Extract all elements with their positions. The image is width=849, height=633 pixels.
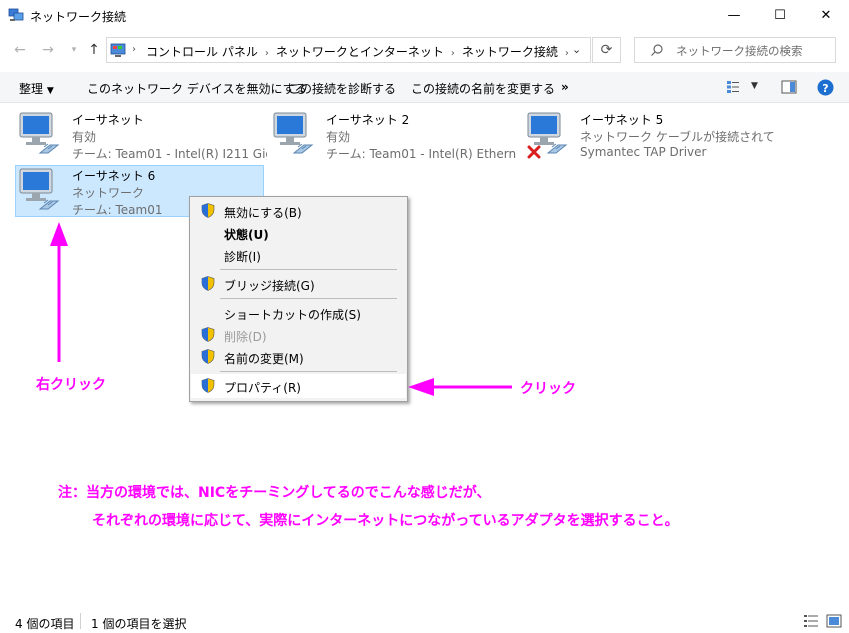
maximize-button[interactable]: ☐: [757, 0, 803, 31]
menu-item-disable[interactable]: 無効にする(B): [224, 204, 302, 221]
status-separator: [80, 613, 81, 629]
more-commands-button[interactable]: »: [561, 80, 569, 94]
close-icon: ✕: [820, 8, 832, 23]
menu-item-status[interactable]: 状態(U): [224, 226, 269, 243]
arrow-right-icon: →: [42, 42, 54, 58]
uac-shield-icon: [201, 276, 215, 291]
menu-item-properties[interactable]: プロパティ(R): [224, 379, 301, 396]
forward-button[interactable]: →: [38, 40, 58, 60]
connection-name: イーサネット 6: [72, 169, 156, 183]
breadcrumb-separator-icon[interactable]: ›: [565, 48, 569, 59]
menu-item-create-shortcut[interactable]: ショートカットの作成(S): [224, 306, 361, 323]
uac-shield-icon: [201, 378, 215, 393]
annotation-arrow-left: [408, 378, 512, 396]
arrow-up-icon: ↑: [88, 42, 100, 58]
breadcrumb-separator-icon: ›: [132, 44, 136, 55]
connection-device: チーム: Team01 - Intel(R) Ethernet S...: [326, 147, 516, 161]
recent-locations-button[interactable]: ▾: [64, 40, 84, 60]
diagnose-connection-button[interactable]: この接続を診断する: [288, 80, 396, 97]
network-connections-icon: [8, 8, 24, 21]
annotation-click: クリック: [520, 381, 576, 397]
minimize-button[interactable]: —: [711, 0, 757, 31]
connection-name: イーサネット 5: [580, 113, 664, 127]
breadcrumb-network-connections[interactable]: ネットワーク接続: [462, 45, 558, 59]
connection-item[interactable]: イーサネット 5 ネットワーク ケーブルが接続されていま... Symantec…: [526, 111, 775, 161]
refresh-icon: ⟳: [600, 42, 613, 58]
organize-label: 整理: [19, 82, 44, 96]
uac-shield-icon: [201, 203, 215, 218]
connection-status: ネットワーク ケーブルが接続されていま...: [580, 130, 775, 144]
menu-item-diagnose[interactable]: 診断(I): [224, 248, 261, 265]
connection-item[interactable]: イーサネット 2 有効 チーム: Team01 - Intel(R) Ether…: [272, 111, 520, 161]
search-placeholder: ネットワーク接続の検索: [676, 44, 803, 58]
network-adapter-icon: [19, 168, 60, 210]
help-icon[interactable]: ?: [817, 79, 834, 96]
network-adapter-icon: [19, 112, 60, 154]
annotation-arrow-up: [50, 222, 68, 362]
up-button[interactable]: ↑: [84, 40, 104, 60]
connection-name: イーサネット: [72, 113, 144, 127]
menu-item-delete: 削除(D): [224, 330, 267, 344]
connection-device: Symantec TAP Driver: [580, 145, 707, 159]
connection-status: 有効: [326, 130, 351, 144]
back-button[interactable]: ←: [10, 40, 30, 60]
details-view-icon[interactable]: [803, 614, 819, 628]
address-dropdown-button[interactable]: ⌄: [572, 43, 581, 56]
menu-item-rename[interactable]: 名前の変更(M): [224, 350, 304, 367]
breadcrumb: コントロール パネル › ネットワークとインターネット › ネットワーク接続 ›: [146, 43, 576, 60]
connection-device: チーム: Team01 - Intel(R) I211 Gigab...: [72, 147, 267, 161]
preview-pane-icon[interactable]: [781, 80, 797, 94]
connection-name: イーサネット 2: [326, 113, 410, 127]
annotation-right-click: 右クリック: [36, 377, 106, 393]
uac-shield-icon: [201, 327, 215, 342]
window-title: ネットワーク接続: [30, 10, 127, 24]
control-panel-icon: [110, 43, 126, 57]
menu-separator: [220, 371, 397, 372]
refresh-button[interactable]: ⟳: [592, 37, 621, 63]
breadcrumb-network-internet[interactable]: ネットワークとインターネット: [276, 45, 444, 59]
minimize-icon: —: [727, 8, 741, 23]
uac-shield-icon: [201, 349, 215, 364]
view-options-dropdown[interactable]: ▼: [751, 81, 758, 91]
organize-menu[interactable]: 整理 ▼: [19, 80, 54, 97]
arrow-left-icon: ←: [14, 42, 26, 58]
close-button[interactable]: ✕: [803, 0, 849, 31]
rename-connection-button[interactable]: この接続の名前を変更する: [411, 80, 555, 97]
connection-item[interactable]: イーサネット 有効 チーム: Team01 - Intel(R) I211 Gi…: [18, 111, 267, 161]
caret-down-icon: ▼: [751, 81, 758, 91]
disconnected-x-icon: [527, 145, 541, 159]
menu-item-bridge[interactable]: ブリッジ接続(G): [224, 277, 315, 294]
breadcrumb-separator-icon[interactable]: ›: [451, 48, 455, 59]
annotation-note-line1: 注：当方の環境では、NICをチーミングしてるのでこんな感じだが、: [58, 485, 491, 501]
network-adapter-icon: [273, 112, 314, 154]
connection-status: 有効: [72, 130, 97, 144]
disable-device-button[interactable]: このネットワーク デバイスを無効にする: [87, 80, 307, 97]
caret-down-icon: ▼: [46, 86, 54, 96]
status-item-count: 4 個の項目: [15, 617, 75, 631]
large-icons-view-icon[interactable]: [826, 614, 842, 628]
search-icon: [651, 44, 663, 56]
breadcrumb-control-panel[interactable]: コントロール パネル: [146, 45, 258, 59]
annotation-note-line2: それぞれの環境に応じて、実際にインターネットにつながっているアダプタを選択するこ…: [92, 513, 679, 529]
status-selection-count: 1 個の項目を選択: [91, 617, 187, 631]
chevron-down-icon: ▾: [71, 45, 77, 55]
maximize-icon: ☐: [774, 8, 786, 23]
menu-separator: [220, 269, 397, 270]
breadcrumb-separator-icon[interactable]: ›: [265, 48, 269, 59]
menu-separator: [220, 298, 397, 299]
change-view-icon[interactable]: [726, 80, 740, 94]
svg-text:?: ?: [822, 82, 828, 95]
chevron-down-icon: ⌄: [572, 43, 582, 56]
